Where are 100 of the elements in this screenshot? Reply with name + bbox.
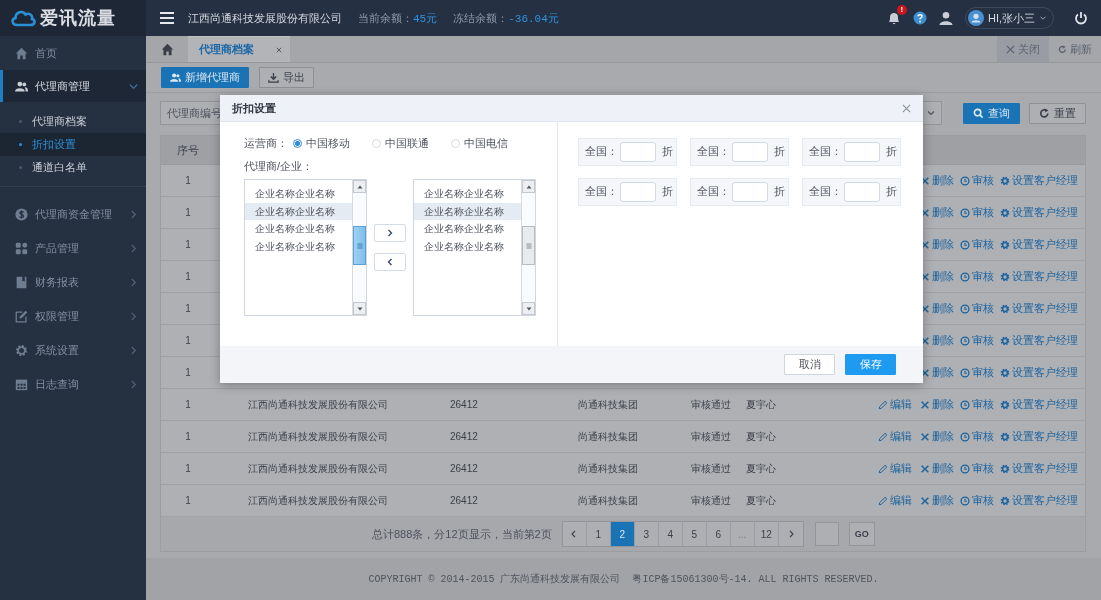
refresh-button[interactable]: 刷新 bbox=[1049, 36, 1101, 62]
sidebar-item[interactable]: 产品管理 bbox=[0, 231, 146, 265]
audit-link[interactable]: 审核 bbox=[960, 429, 1000, 444]
radio-button[interactable] bbox=[293, 138, 302, 148]
manager-link[interactable]: 设置客户经理 bbox=[1000, 493, 1085, 508]
audit-link[interactable]: 审核 bbox=[960, 397, 1000, 412]
page-button[interactable]: 2 bbox=[610, 522, 635, 546]
sidebar-item[interactable]: 首页 bbox=[0, 36, 146, 70]
go-button[interactable]: GO bbox=[848, 522, 875, 546]
delete-link[interactable]: 删除 bbox=[920, 333, 960, 348]
audit-link[interactable]: 审核 bbox=[960, 301, 1000, 316]
close-button[interactable]: 关闭 bbox=[997, 36, 1049, 62]
manager-link[interactable]: 设置客户经理 bbox=[1000, 301, 1085, 316]
cancel-button[interactable]: 取消 bbox=[784, 354, 835, 375]
list-item[interactable]: 企业名称企业名称 bbox=[245, 220, 352, 238]
delete-link[interactable]: 删除 bbox=[920, 301, 960, 316]
list-item[interactable]: 企业名称企业名称 bbox=[414, 237, 521, 255]
sidebar-subitem[interactable]: 代理商档案 bbox=[0, 110, 146, 133]
manager-link[interactable]: 设置客户经理 bbox=[1000, 205, 1085, 220]
user-icon[interactable] bbox=[938, 11, 953, 25]
radio-option[interactable]: 中国移动 bbox=[293, 135, 372, 151]
sidebar-item[interactable]: 财务报表 bbox=[0, 265, 146, 299]
next-page-button[interactable] bbox=[778, 522, 803, 546]
list-item[interactable]: 企业名称企业名称 bbox=[414, 202, 521, 220]
sidebar-item[interactable]: 系统设置 bbox=[0, 333, 146, 367]
page-button[interactable]: 4 bbox=[658, 522, 683, 546]
sidebar-item[interactable]: 代理商管理 bbox=[0, 70, 146, 102]
audit-link[interactable]: 审核 bbox=[960, 269, 1000, 284]
menu-icon[interactable] bbox=[160, 12, 174, 24]
search-button[interactable]: 查询 bbox=[963, 102, 1020, 124]
page-button[interactable]: 12 bbox=[754, 522, 779, 546]
list-item[interactable]: 企业名称企业名称 bbox=[245, 202, 352, 220]
power-icon[interactable] bbox=[1074, 11, 1088, 25]
delete-link[interactable]: 删除 bbox=[920, 269, 960, 284]
delete-link[interactable]: 删除 bbox=[920, 493, 960, 508]
manager-link[interactable]: 设置客户经理 bbox=[1000, 461, 1085, 476]
move-right-button[interactable] bbox=[374, 224, 406, 242]
audit-link[interactable]: 审核 bbox=[960, 205, 1000, 220]
delete-link[interactable]: 删除 bbox=[920, 205, 960, 220]
delete-link[interactable]: 删除 bbox=[920, 237, 960, 252]
scroll-thumb[interactable] bbox=[353, 226, 366, 265]
scroll-down-icon[interactable] bbox=[353, 302, 366, 315]
list-item[interactable]: 企业名称企业名称 bbox=[245, 185, 352, 203]
manager-link[interactable]: 设置客户经理 bbox=[1000, 429, 1085, 444]
page-button[interactable]: 5 bbox=[682, 522, 707, 546]
page-button[interactable]: 1 bbox=[586, 522, 611, 546]
previous-page-button[interactable] bbox=[562, 522, 587, 546]
discount-field[interactable] bbox=[732, 142, 768, 162]
manager-link[interactable]: 设置客户经理 bbox=[1000, 237, 1085, 252]
radio-option[interactable]: 中国电信 bbox=[451, 135, 530, 151]
delete-link[interactable]: 删除 bbox=[920, 461, 960, 476]
delete-link[interactable]: 删除 bbox=[920, 365, 960, 380]
tab[interactable]: 代理商档案 bbox=[188, 36, 290, 62]
manager-link[interactable]: 设置客户经理 bbox=[1000, 173, 1085, 188]
delete-link[interactable]: 删除 bbox=[920, 429, 960, 444]
sidebar-subitem[interactable]: 通道白名单 bbox=[0, 156, 146, 179]
edit-link[interactable]: 编辑 bbox=[878, 429, 920, 444]
discount-field[interactable] bbox=[620, 142, 656, 162]
edit-link[interactable]: 编辑 bbox=[878, 397, 920, 412]
page-number-field[interactable] bbox=[814, 522, 839, 546]
audit-link[interactable]: 审核 bbox=[960, 237, 1000, 252]
edit-link[interactable]: 编辑 bbox=[878, 493, 920, 508]
audit-link[interactable]: 审核 bbox=[960, 333, 1000, 348]
scrollbar[interactable] bbox=[352, 180, 366, 315]
audit-link[interactable]: 审核 bbox=[960, 461, 1000, 476]
export-button[interactable]: 导出 bbox=[259, 67, 314, 88]
discount-field[interactable] bbox=[732, 182, 768, 202]
discount-field[interactable] bbox=[620, 182, 656, 202]
scroll-down-icon[interactable] bbox=[522, 302, 535, 315]
bell-icon[interactable] bbox=[886, 11, 901, 25]
list-item[interactable]: 企业名称企业名称 bbox=[414, 185, 521, 203]
list-item[interactable]: 企业名称企业名称 bbox=[414, 220, 521, 238]
scroll-up-icon[interactable] bbox=[353, 180, 366, 193]
radio-option[interactable]: 中国联通 bbox=[372, 135, 451, 151]
discount-field[interactable] bbox=[844, 182, 880, 202]
page-button[interactable]: 6 bbox=[706, 522, 731, 546]
scroll-thumb[interactable] bbox=[522, 226, 535, 265]
list-item[interactable]: 企业名称企业名称 bbox=[245, 237, 352, 255]
manager-link[interactable]: 设置客户经理 bbox=[1000, 269, 1085, 284]
move-left-button[interactable] bbox=[374, 253, 406, 271]
manager-link[interactable]: 设置客户经理 bbox=[1000, 397, 1085, 412]
close-icon[interactable] bbox=[276, 46, 282, 53]
delete-link[interactable]: 删除 bbox=[920, 173, 960, 188]
scrollbar[interactable] bbox=[521, 180, 535, 315]
manager-link[interactable]: 设置客户经理 bbox=[1000, 333, 1085, 348]
save-button[interactable]: 保存 bbox=[845, 354, 896, 375]
add-agent-button[interactable]: 新增代理商 bbox=[161, 67, 249, 88]
audit-link[interactable]: 审核 bbox=[960, 173, 1000, 188]
sidebar-subitem[interactable]: 折扣设置 bbox=[0, 133, 146, 156]
help-icon[interactable] bbox=[912, 11, 927, 25]
discount-field[interactable] bbox=[844, 142, 880, 162]
edit-link[interactable]: 编辑 bbox=[878, 461, 920, 476]
sidebar-item[interactable]: 代理商资金管理 bbox=[0, 197, 146, 231]
manager-link[interactable]: 设置客户经理 bbox=[1000, 365, 1085, 380]
page-button[interactable]: 3 bbox=[634, 522, 659, 546]
scroll-up-icon[interactable] bbox=[522, 180, 535, 193]
close-icon[interactable] bbox=[902, 103, 911, 113]
sidebar-item[interactable]: 日志查询 bbox=[0, 367, 146, 401]
sidebar-item[interactable]: 权限管理 bbox=[0, 299, 146, 333]
audit-link[interactable]: 审核 bbox=[960, 365, 1000, 380]
